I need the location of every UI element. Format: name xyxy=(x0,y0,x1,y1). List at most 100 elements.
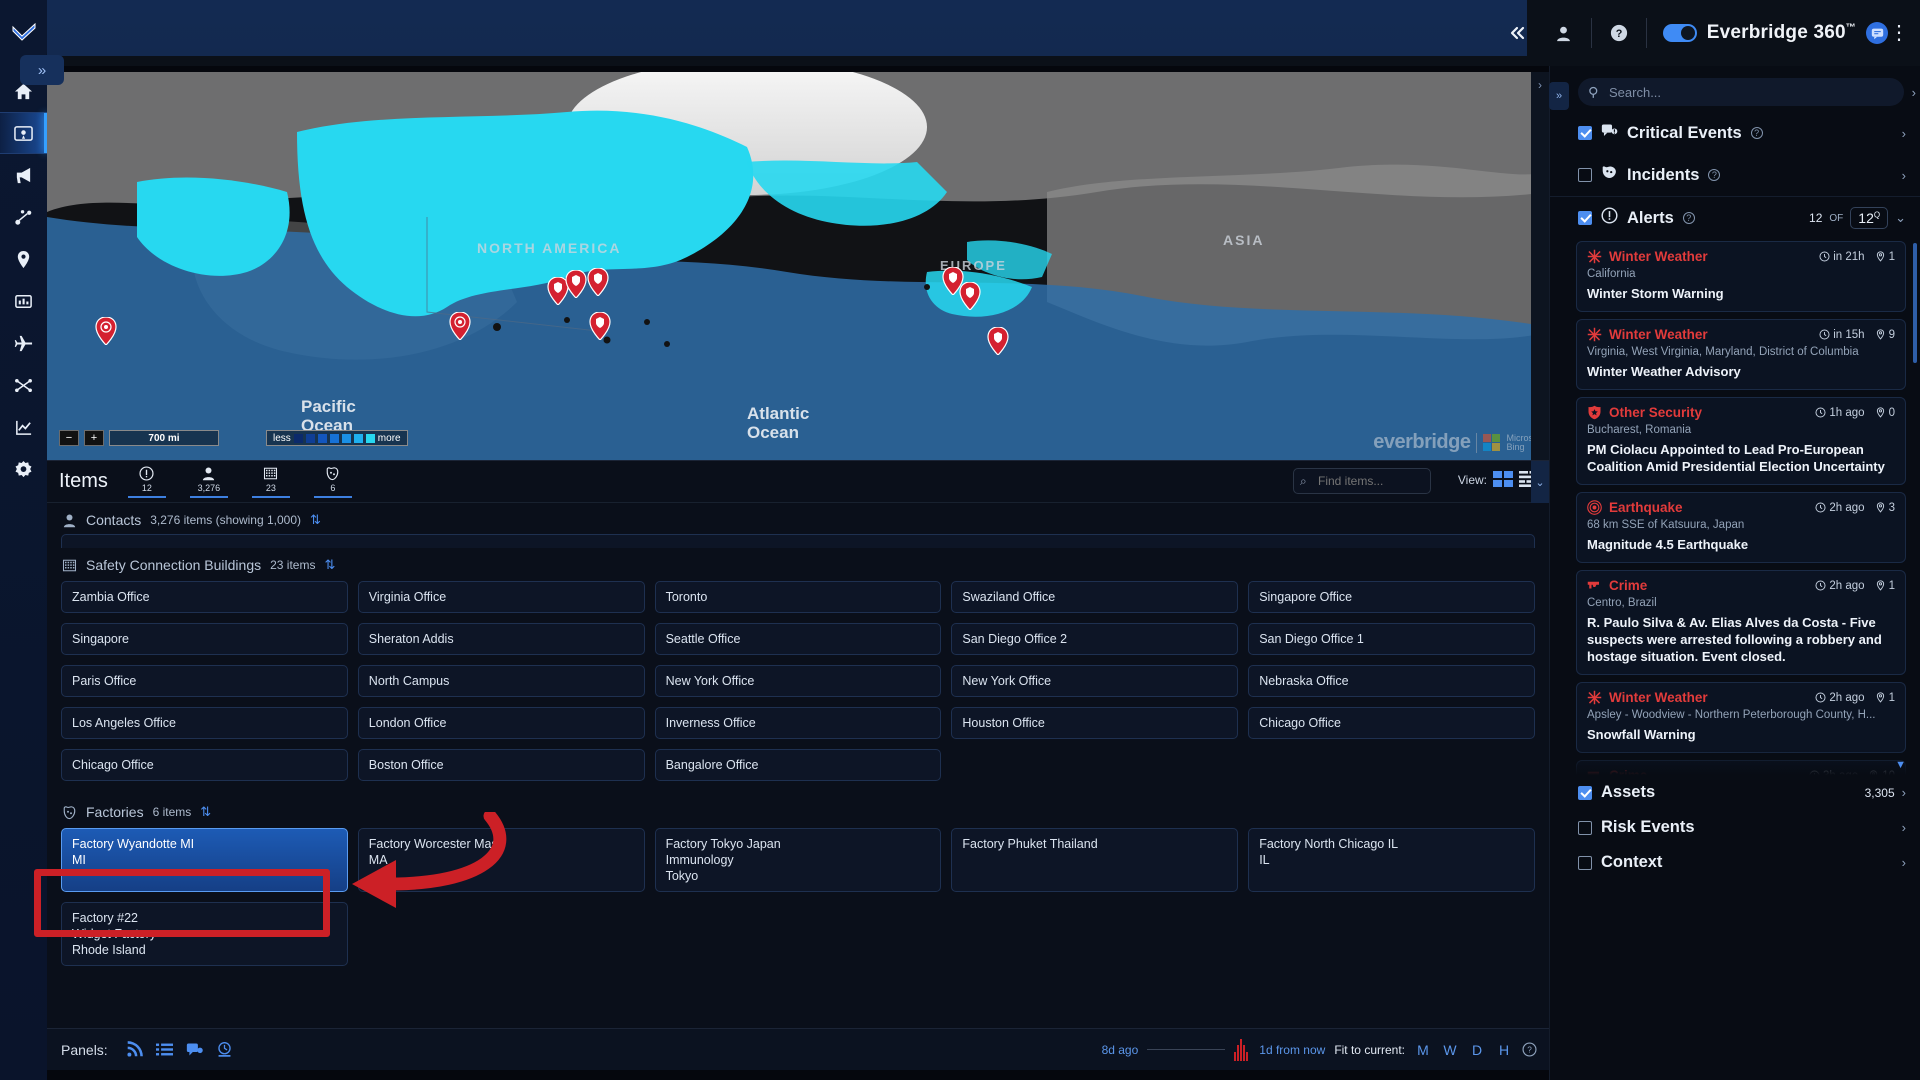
filter-row-critical-events[interactable]: Critical Events ? › xyxy=(1550,112,1920,154)
sidebar-item-travel[interactable] xyxy=(0,322,47,364)
map-pin-cluster[interactable] xyxy=(449,312,471,340)
filter-row-incidents[interactable]: Incidents ? › xyxy=(1550,154,1920,196)
timeline-unit-day[interactable]: D xyxy=(1468,1042,1486,1058)
group-header-factories[interactable]: Factories 6 items ⇅ xyxy=(47,795,1549,826)
sort-icon[interactable]: ⇅ xyxy=(324,557,335,573)
filter-row-risk-events[interactable]: Risk Events › xyxy=(1550,810,1920,845)
account-button[interactable] xyxy=(1541,0,1587,66)
item-card[interactable]: Inverness Office xyxy=(654,707,942,739)
group-header-buildings[interactable]: Safety Connection Buildings 23 items ⇅ xyxy=(47,548,1549,579)
timeline-end-label[interactable]: 1d from now xyxy=(1259,1043,1325,1057)
alert-card[interactable]: Crime 2h ago 1 Centro, Brazil R. Paulo Silva… xyxy=(1576,570,1906,675)
search-bar[interactable]: Search... › xyxy=(1578,78,1916,106)
alert-card[interactable]: Other Security 1h ago 0 Bucharest, Romania P… xyxy=(1576,397,1906,485)
map-pin-shield[interactable] xyxy=(565,270,587,298)
help-circle-icon[interactable]: ? xyxy=(1708,169,1721,181)
map-pin-cluster[interactable] xyxy=(95,317,117,345)
checkbox-critical-events[interactable] xyxy=(1578,126,1592,140)
search-expand-chevron-icon[interactable]: › xyxy=(1912,85,1916,100)
checkbox-alerts[interactable] xyxy=(1578,211,1592,225)
item-card[interactable]: Seattle Office xyxy=(654,623,942,655)
item-card[interactable]: Paris Office xyxy=(61,665,348,697)
items-scroll-area[interactable]: Contacts 3,276 items (showing 1,000) ⇅ S… xyxy=(47,503,1549,1029)
item-card[interactable]: London Office xyxy=(357,707,645,739)
rss-feed-icon[interactable] xyxy=(120,1029,150,1071)
chevron-right-icon[interactable]: › xyxy=(1902,855,1906,870)
find-items-input[interactable] xyxy=(1293,468,1431,494)
item-card[interactable]: Toronto xyxy=(654,581,942,613)
map-pin-shield[interactable] xyxy=(987,327,1009,355)
critical-events-icon[interactable] xyxy=(180,1029,210,1071)
chevron-down-icon[interactable]: ⌄ xyxy=(1895,210,1906,226)
right-panel-collapse-button[interactable]: » xyxy=(1549,82,1569,110)
timeline-track[interactable] xyxy=(1147,1049,1226,1050)
list-icon[interactable] xyxy=(150,1029,180,1071)
sort-icon[interactable]: ⇅ xyxy=(310,512,321,528)
item-card-selected[interactable]: Factory Wyandotte MI MI xyxy=(61,828,348,892)
zoom-in-button[interactable]: + xyxy=(84,430,104,446)
checkbox-assets[interactable] xyxy=(1578,785,1592,800)
item-card[interactable]: Singapore Office xyxy=(1248,581,1535,613)
group-header-contacts[interactable]: Contacts 3,276 items (showing 1,000) ⇅ xyxy=(47,503,1549,534)
checkbox-incidents[interactable] xyxy=(1578,168,1592,182)
item-card[interactable]: Factory Tokyo Japan Immunology Tokyo xyxy=(654,828,942,892)
item-card[interactable]: San Diego Office 2 xyxy=(951,623,1239,655)
item-card[interactable]: Factory Phuket Thailand xyxy=(951,828,1239,892)
timeline-gauge-icon[interactable] xyxy=(210,1029,240,1071)
filter-row-context[interactable]: Context › xyxy=(1550,845,1920,880)
map-pin-shield[interactable] xyxy=(589,312,611,340)
sidebar-item-notifications[interactable] xyxy=(0,154,47,196)
items-panel-collapse-button[interactable]: ⌄ xyxy=(1531,461,1549,503)
alert-card[interactable]: Winter Weather 2h ago 1 Apsley - Woodview -… xyxy=(1576,682,1906,753)
chevron-right-icon[interactable]: › xyxy=(1902,785,1906,800)
zoom-out-button[interactable]: − xyxy=(59,430,79,446)
item-card[interactable]: Boston Office xyxy=(357,749,645,781)
sidebar-item-analytics[interactable] xyxy=(0,406,47,448)
sidebar-item-settings[interactable] xyxy=(0,448,47,490)
timeline-unit-hour[interactable]: H xyxy=(1495,1042,1513,1058)
map-collapse-button[interactable]: › xyxy=(1531,72,1549,460)
checkbox-risk-events[interactable] xyxy=(1578,820,1592,835)
sidebar-item-map[interactable] xyxy=(0,112,47,154)
item-card[interactable]: Sheraton Addis xyxy=(357,623,645,655)
sidebar-item-reports[interactable] xyxy=(0,280,47,322)
item-card[interactable]: Factory #22 Widget Factory Rhode Island xyxy=(61,902,348,966)
item-card[interactable]: Nebraska Office xyxy=(1248,665,1535,697)
filter-row-alerts[interactable]: Alerts ? 12 OF 12Q ⌄ xyxy=(1550,196,1920,239)
item-card[interactable]: Chicago Office xyxy=(1248,707,1535,739)
alerts-total-badge[interactable]: 12Q xyxy=(1850,207,1889,229)
timeline-start-label[interactable]: 8d ago xyxy=(1102,1043,1139,1057)
item-card[interactable]: New York Office xyxy=(951,665,1239,697)
help-circle-icon[interactable]: ? xyxy=(1522,1042,1537,1057)
grid-view-icon[interactable] xyxy=(1493,471,1513,487)
item-card[interactable]: Los Angeles Office xyxy=(61,707,348,739)
item-card[interactable]: Zambia Office xyxy=(61,581,348,613)
kebab-menu-icon[interactable]: ⋮ xyxy=(1888,23,1910,43)
item-card[interactable]: Factory North Chicago IL IL xyxy=(1248,828,1535,892)
item-card[interactable]: New York Office xyxy=(654,665,942,697)
chevron-right-icon[interactable]: › xyxy=(1902,126,1906,141)
sidebar-item-routes[interactable] xyxy=(0,364,47,406)
expand-sidebar-button[interactable]: » xyxy=(20,55,64,85)
alerts-list[interactable]: Winter Weather in 21h 1 California Winter St… xyxy=(1550,239,1920,775)
item-card[interactable]: Chicago Office xyxy=(61,749,348,781)
map-pin-shield[interactable] xyxy=(959,282,981,310)
item-card[interactable]: Swaziland Office xyxy=(951,581,1239,613)
timeline-now-marker[interactable] xyxy=(1234,1038,1250,1061)
alert-card[interactable]: Winter Weather in 21h 1 California Winter St… xyxy=(1576,241,1906,312)
timeline-unit-month[interactable]: M xyxy=(1414,1042,1432,1058)
stat-alerts[interactable]: 12 xyxy=(124,466,170,498)
collapse-header-button[interactable] xyxy=(1495,0,1541,66)
sort-icon[interactable]: ⇅ xyxy=(200,804,211,820)
help-button[interactable]: ? xyxy=(1596,0,1642,66)
item-card[interactable]: Singapore xyxy=(61,623,348,655)
stat-buildings[interactable]: 23 xyxy=(248,466,294,498)
alert-card[interactable]: Earthquake 2h ago 3 68 km SSE of Katsuura, … xyxy=(1576,492,1906,563)
help-circle-icon[interactable]: ? xyxy=(1750,127,1763,139)
stat-contacts[interactable]: 3,276 xyxy=(186,466,232,498)
item-card[interactable]: North Campus xyxy=(357,665,645,697)
filter-row-assets[interactable]: Assets 3,305 › xyxy=(1550,775,1920,810)
brand-toggle[interactable] xyxy=(1662,24,1697,42)
chevron-right-icon[interactable]: › xyxy=(1902,168,1906,183)
chevron-right-icon[interactable]: › xyxy=(1902,820,1906,835)
